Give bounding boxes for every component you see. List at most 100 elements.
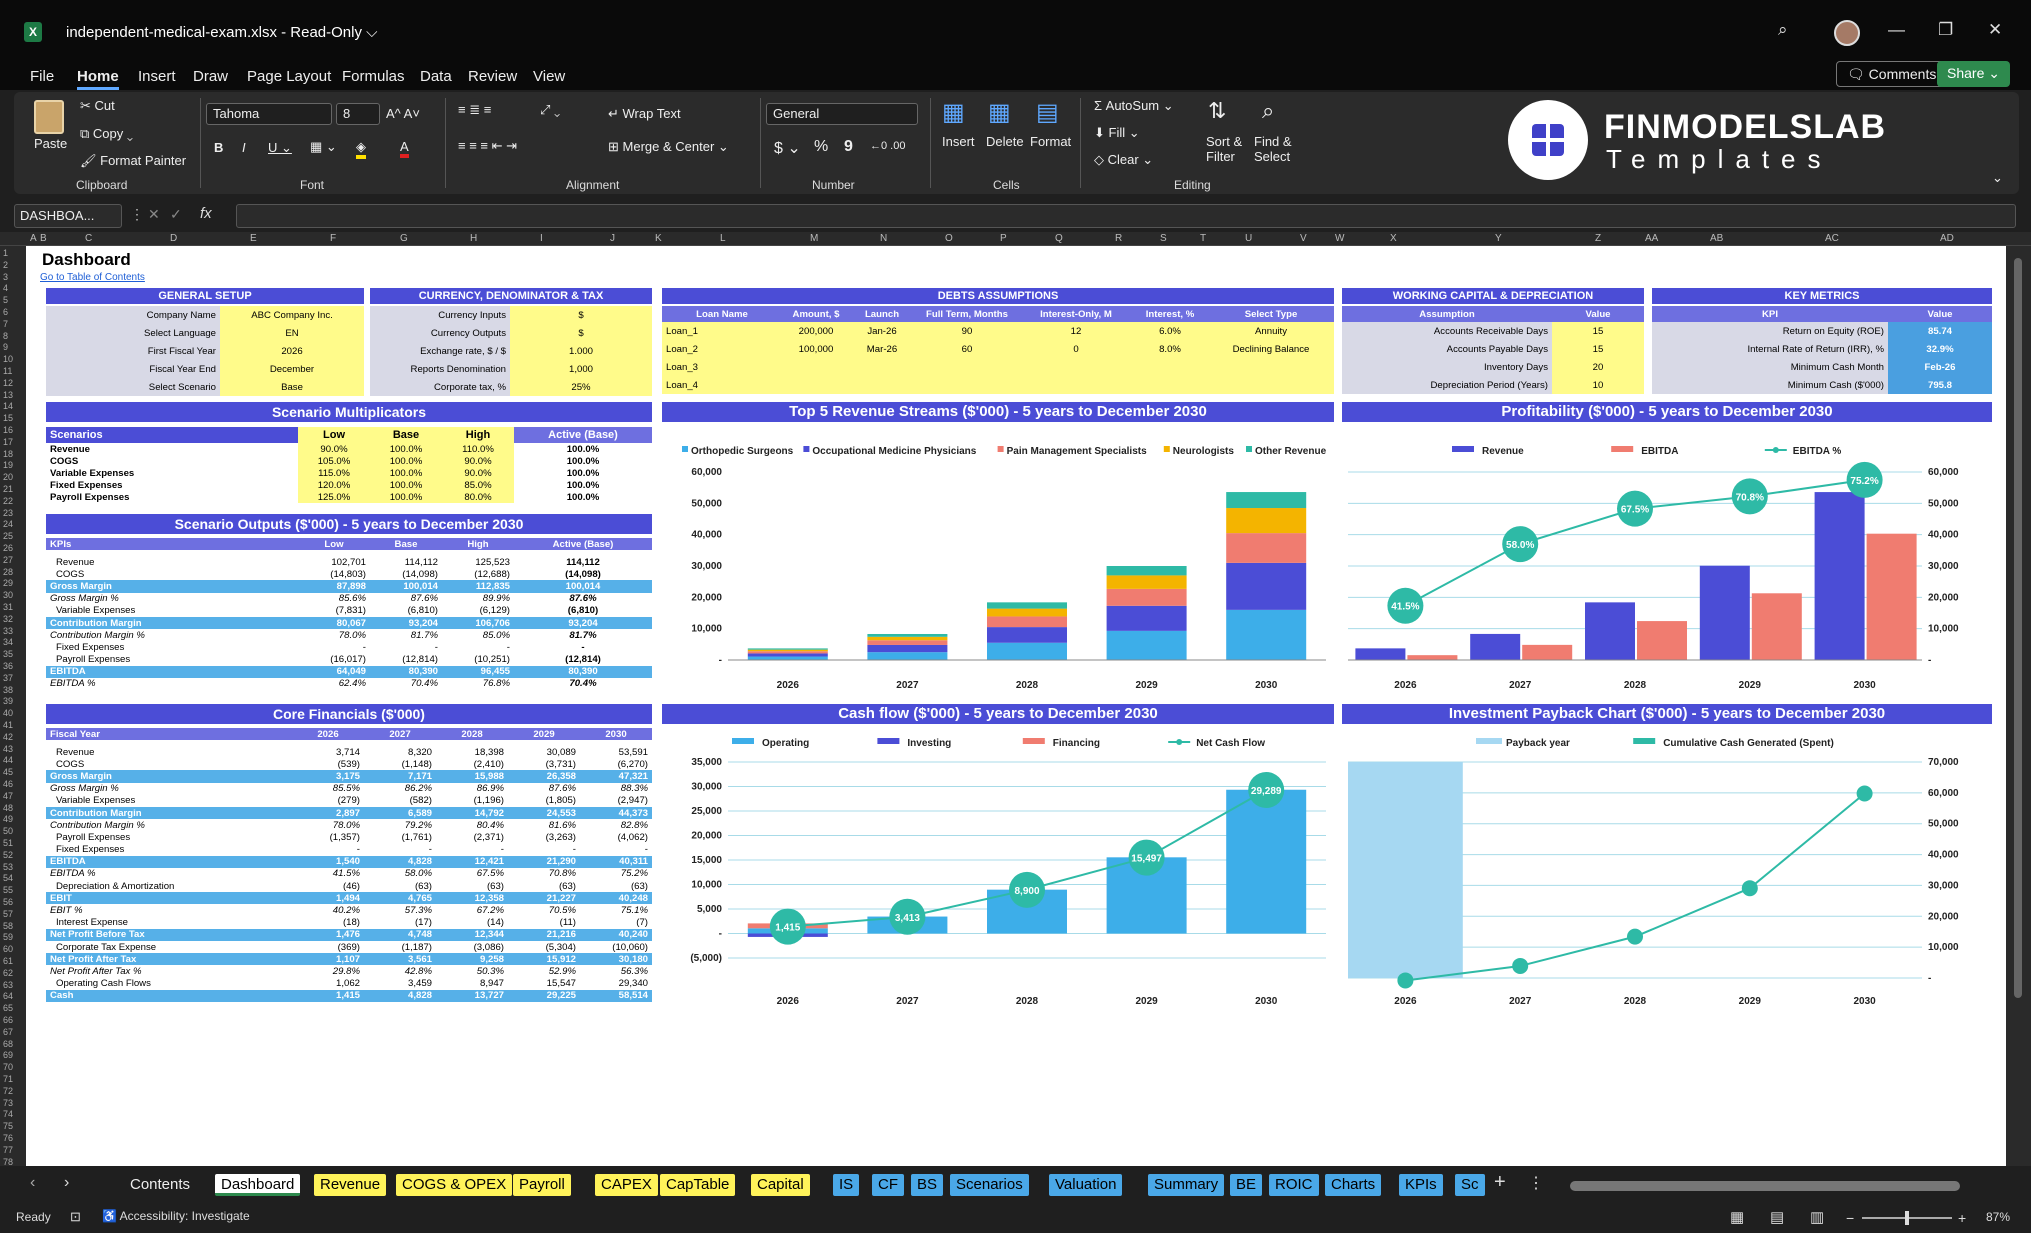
column-header[interactable]: H xyxy=(470,233,477,244)
decimal-icon[interactable]: ←0 .00 xyxy=(870,140,905,152)
row-header[interactable]: 59 xyxy=(3,932,13,942)
horizontal-scrollbar[interactable] xyxy=(1570,1181,1960,1191)
row-header[interactable]: 71 xyxy=(3,1074,13,1084)
debt-cell[interactable]: Jan-26 xyxy=(850,322,914,340)
row-value[interactable]: 1.000 xyxy=(510,342,652,360)
row-header[interactable]: 25 xyxy=(3,531,13,541)
font-color-icon[interactable]: A xyxy=(400,139,409,158)
column-header[interactable]: C xyxy=(85,233,92,244)
row-header[interactable]: 48 xyxy=(3,803,13,813)
normal-view-icon[interactable]: ▦ xyxy=(1730,1208,1744,1226)
row-value[interactable]: 90.0% xyxy=(298,443,370,455)
column-header[interactable]: G xyxy=(400,233,408,244)
column-header[interactable]: Y xyxy=(1495,233,1502,244)
row-header[interactable]: 10 xyxy=(3,354,13,364)
debt-cell[interactable]: 8.0% xyxy=(1132,340,1208,358)
row-header[interactable]: 46 xyxy=(3,779,13,789)
copy-button[interactable]: ⧉ Copy ⌄ xyxy=(80,126,133,142)
row-header[interactable]: 2 xyxy=(3,260,8,270)
row-header[interactable]: 13 xyxy=(3,390,13,400)
row-header[interactable]: 17 xyxy=(3,437,13,447)
row-header[interactable]: 60 xyxy=(3,944,13,954)
row-value[interactable]: 20 xyxy=(1552,358,1644,376)
enter-icon[interactable]: ✓ xyxy=(170,206,182,223)
row-header[interactable]: 8 xyxy=(3,331,8,341)
row-header[interactable]: 31 xyxy=(3,602,13,612)
vertical-scrollbar[interactable] xyxy=(2006,246,2031,1166)
row-value[interactable]: 90.0% xyxy=(442,455,514,467)
font-size-select[interactable]: 8 xyxy=(336,103,380,125)
tab-revenue[interactable]: Revenue xyxy=(314,1174,387,1196)
number-format-select[interactable]: General xyxy=(766,103,918,125)
debt-cell[interactable] xyxy=(914,358,1020,376)
debt-cell[interactable] xyxy=(914,376,1020,394)
debt-cell[interactable]: Loan_3 xyxy=(662,358,782,376)
row-header[interactable]: 3 xyxy=(3,272,8,282)
comments-button[interactable]: 🗨 Comments xyxy=(1836,61,1948,87)
tab-captable[interactable]: CapTable xyxy=(660,1174,736,1196)
tab-payroll[interactable]: Payroll xyxy=(513,1174,571,1196)
row-value[interactable]: 10 xyxy=(1552,376,1644,394)
tab-scenarios[interactable]: Scenarios xyxy=(950,1174,1029,1196)
avatar[interactable] xyxy=(1834,20,1860,46)
row-header[interactable]: 45 xyxy=(3,767,13,777)
column-header[interactable]: AC xyxy=(1825,233,1839,244)
debt-cell[interactable]: Mar-26 xyxy=(850,340,914,358)
column-header[interactable]: I xyxy=(540,233,543,244)
macro-icon[interactable]: ⊡ xyxy=(70,1209,81,1225)
restore-icon[interactable]: ❐ xyxy=(1938,20,1953,40)
row-header[interactable]: 67 xyxy=(3,1027,13,1037)
borders-icon[interactable]: ▦ ⌄ xyxy=(310,139,337,155)
grow-font-button[interactable]: A^ A˅ xyxy=(386,106,420,121)
row-value[interactable]: Base xyxy=(220,378,364,396)
row-header[interactable]: 65 xyxy=(3,1003,13,1013)
column-header[interactable]: AA xyxy=(1645,233,1658,244)
align-left-icon[interactable]: ≡ ≡ ≡ ⇤ ⇥ xyxy=(458,138,517,154)
row-header[interactable]: 47 xyxy=(3,791,13,801)
row-value[interactable]: $ xyxy=(510,324,652,342)
row-header[interactable]: 76 xyxy=(3,1133,13,1143)
row-header[interactable]: 69 xyxy=(3,1050,13,1060)
row-header[interactable]: 53 xyxy=(3,862,13,872)
row-value[interactable]: 1,000 xyxy=(510,360,652,378)
row-header[interactable]: 43 xyxy=(3,744,13,754)
column-header[interactable]: Q xyxy=(1055,233,1063,244)
column-header[interactable]: N xyxy=(880,233,887,244)
more-icon[interactable]: ⋮ xyxy=(130,206,144,223)
insert-function-icon[interactable]: fx xyxy=(200,205,212,222)
row-header[interactable]: 72 xyxy=(3,1086,13,1096)
row-value[interactable]: $ xyxy=(510,306,652,324)
row-header[interactable]: 29 xyxy=(3,578,13,588)
row-header[interactable]: 74 xyxy=(3,1109,13,1119)
row-header[interactable]: 34 xyxy=(3,637,13,647)
row-header[interactable]: 9 xyxy=(3,342,8,352)
tab-contents[interactable]: Contents xyxy=(124,1174,196,1196)
fill-color-icon[interactable]: ◈ xyxy=(356,139,366,159)
worksheet[interactable]: Dashboard Go to Table of Contents GENERA… xyxy=(26,246,2006,1166)
zoom-in-icon[interactable]: + xyxy=(1958,1210,1966,1226)
row-header[interactable]: 70 xyxy=(3,1062,13,1072)
tab-scroll-left-icon[interactable]: ‹ xyxy=(30,1174,35,1192)
page-break-view-icon[interactable]: ▥ xyxy=(1810,1208,1824,1226)
row-header[interactable]: 49 xyxy=(3,814,13,824)
row-header[interactable]: 19 xyxy=(3,460,13,470)
row-header[interactable]: 50 xyxy=(3,826,13,836)
column-header[interactable]: O xyxy=(945,233,953,244)
menu-insert[interactable]: Insert xyxy=(138,68,176,85)
debt-cell[interactable]: 6.0% xyxy=(1132,322,1208,340)
row-header[interactable]: 5 xyxy=(3,295,8,305)
debt-cell[interactable] xyxy=(782,358,850,376)
row-header[interactable]: 12 xyxy=(3,378,13,388)
row-header[interactable]: 22 xyxy=(3,496,13,506)
accessibility-button[interactable]: ♿ Accessibility: Investigate xyxy=(102,1209,250,1223)
row-header[interactable]: 68 xyxy=(3,1039,13,1049)
tab-roic[interactable]: ROIC xyxy=(1269,1174,1319,1196)
cut-button[interactable]: ✂ Cut xyxy=(80,98,115,114)
debt-cell[interactable] xyxy=(850,358,914,376)
row-header[interactable]: 39 xyxy=(3,696,13,706)
tab-cf[interactable]: CF xyxy=(872,1174,904,1196)
row-header[interactable]: 62 xyxy=(3,968,13,978)
row-header[interactable]: 55 xyxy=(3,885,13,895)
column-header[interactable]: AB xyxy=(1710,233,1723,244)
page-layout-view-icon[interactable]: ▤ xyxy=(1770,1208,1784,1226)
